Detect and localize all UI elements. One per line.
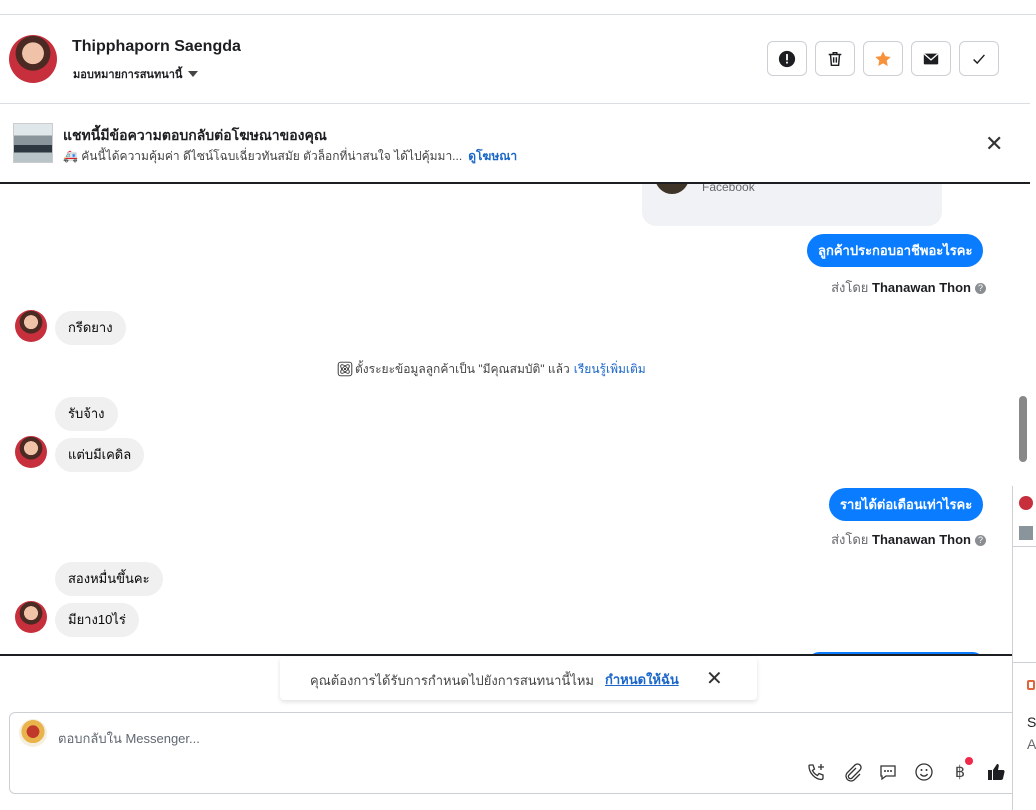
sent-by-prefix: ส่งโดย bbox=[831, 280, 869, 295]
message-composer[interactable]: ตอบกลับใน Messenger... ฿ bbox=[9, 712, 1019, 794]
trash-icon bbox=[828, 51, 842, 66]
saved-replies-icon[interactable] bbox=[877, 761, 899, 783]
page-avatar bbox=[19, 719, 47, 747]
close-banner-icon[interactable]: ✕ bbox=[985, 133, 1003, 155]
composer-toolbar: ฿ bbox=[805, 761, 1007, 783]
message-in[interactable]: กรีดยาง bbox=[55, 311, 126, 345]
envelope-icon bbox=[923, 53, 939, 64]
star-icon bbox=[875, 50, 891, 66]
view-ad-link[interactable]: ดูโฆษณา bbox=[468, 149, 517, 163]
contact-avatar[interactable] bbox=[9, 35, 57, 83]
like-thumb-icon[interactable] bbox=[985, 761, 1007, 783]
assign-prompt-text: คุณต้องการได้รับการกำหนดไปยังการสนทนานี้… bbox=[310, 673, 594, 688]
learn-more-link[interactable]: เรียนรู้เพิ่มเติม bbox=[574, 362, 646, 376]
info-icon[interactable]: ? bbox=[975, 535, 986, 546]
post-avatar bbox=[655, 184, 689, 194]
contact-avatar-small bbox=[15, 310, 47, 342]
side-avatar[interactable] bbox=[1019, 496, 1033, 510]
assign-conversation-dropdown[interactable]: มอบหมายการสนทนานี้ bbox=[73, 65, 199, 83]
reply-input[interactable]: ตอบกลับใน Messenger... bbox=[58, 728, 200, 749]
sent-by-label: ส่งโดย Thanawan Thon? bbox=[831, 277, 986, 298]
conversation-header: Thipphaporn Saengda มอบหมายการสนทนานี้ bbox=[0, 15, 1030, 104]
message-out[interactable]: รายได้ต่อเดือนเท่าไรคะ bbox=[829, 488, 984, 521]
banner-subtitle: 🚑 คันนี้ได้ความคุ้มค่า ดีไซน์โฉบเฉี่ยวทั… bbox=[63, 147, 517, 166]
ad-thumbnail bbox=[13, 123, 53, 163]
message-out[interactable]: ลูกค้าประกอบอาชีพอะไรคะ bbox=[807, 234, 984, 267]
top-bar-edge bbox=[0, 0, 1036, 15]
banner-title: แชทนี้มีข้อความตอบกลับต่อโฆษณาของคุณ bbox=[63, 127, 327, 143]
side-panel-box bbox=[1013, 546, 1036, 663]
post-source: Facebook bbox=[702, 184, 755, 194]
delete-button[interactable] bbox=[815, 41, 855, 76]
assign-prompt: คุณต้องการได้รับการกำหนดไปยังการสนทนานี้… bbox=[280, 657, 757, 700]
shared-post-card[interactable]: Facebook bbox=[642, 184, 942, 226]
close-prompt-icon[interactable]: ✕ bbox=[706, 666, 723, 691]
side-panel-text: S bbox=[1027, 714, 1036, 730]
attachment-icon[interactable] bbox=[841, 761, 863, 783]
message-thread[interactable]: Facebook ลูกค้าประกอบอาชีพอะไรคะ ส่งโดย … bbox=[0, 184, 1030, 656]
sent-by-prefix: ส่งโดย bbox=[831, 532, 869, 547]
assign-label: มอบหมายการสนทนานี้ bbox=[73, 69, 183, 81]
sent-by-label: ส่งโดย Thanawan Thon? bbox=[831, 529, 986, 550]
star-button[interactable] bbox=[863, 41, 903, 76]
message-out-partial[interactable] bbox=[809, 652, 983, 654]
system-message: ตั้งระยะข้อมูลลูกค้าเป็น "มีคุณสมบัติ" แ… bbox=[337, 360, 646, 379]
call-add-icon[interactable] bbox=[805, 761, 827, 783]
message-in[interactable]: รับจ้าง bbox=[55, 397, 118, 431]
system-message-text: ตั้งระยะข้อมูลลูกค้าเป็น "มีคุณสมบัติ" แ… bbox=[355, 362, 570, 376]
side-ad-thumbnail[interactable] bbox=[1019, 526, 1033, 540]
contact-name[interactable]: Thipphaporn Saengda bbox=[72, 38, 241, 56]
message-in[interactable]: แต่บมีเคดิล bbox=[55, 438, 145, 472]
thread-scrollbar[interactable] bbox=[1019, 396, 1027, 462]
atom-icon bbox=[337, 361, 353, 377]
message-in[interactable]: มียาง10ไร่ bbox=[55, 603, 139, 637]
sender-name: Thanawan Thon bbox=[872, 532, 971, 547]
info-icon[interactable]: ? bbox=[975, 283, 986, 294]
message-in[interactable]: สองหมื่นขึ้นคะ bbox=[55, 562, 163, 596]
ad-text: 🚑 คันนี้ได้ความคุ้มค่า ดีไซน์โฉบเฉี่ยวทั… bbox=[63, 149, 463, 163]
notification-dot bbox=[965, 757, 973, 765]
contact-avatar-small bbox=[15, 601, 47, 633]
mark-unread-button[interactable] bbox=[911, 41, 951, 76]
emoji-icon[interactable] bbox=[913, 761, 935, 783]
caret-down-icon bbox=[188, 71, 199, 77]
alert-circle-icon bbox=[778, 50, 796, 67]
ad-reply-banner: แชทนี้มีข้อความตอบกลับต่อโฆษณาของคุณ 🚑 ค… bbox=[0, 104, 1030, 184]
report-spam-button[interactable] bbox=[767, 41, 807, 76]
side-panel-marker-icon bbox=[1027, 680, 1035, 690]
contact-avatar-small bbox=[15, 436, 47, 468]
sender-name: Thanawan Thon bbox=[872, 280, 971, 295]
check-icon bbox=[973, 53, 985, 64]
mark-done-button[interactable] bbox=[959, 41, 999, 76]
side-panel-subtext: A bbox=[1027, 736, 1036, 752]
side-panel-partial: S A bbox=[1012, 486, 1036, 810]
assign-to-me-link[interactable]: กำหนดให้ฉัน bbox=[605, 669, 679, 690]
